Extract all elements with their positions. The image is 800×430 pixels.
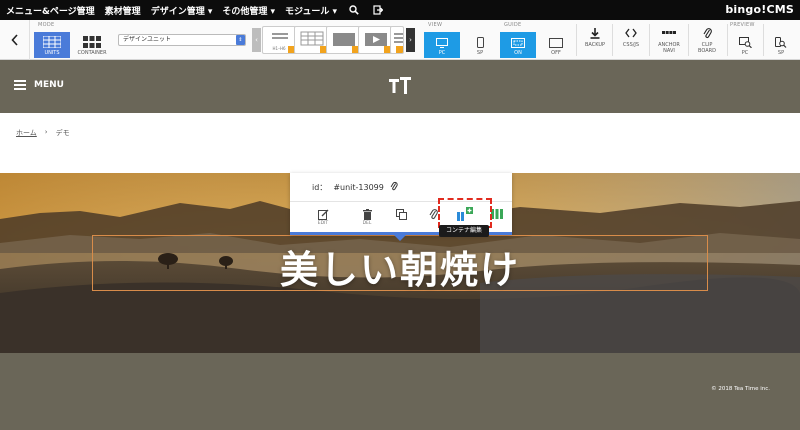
paperclip-icon xyxy=(703,26,712,40)
thumbs-scroll-left-button[interactable]: ‹ xyxy=(252,28,261,52)
mode-section-label: MODE xyxy=(38,22,55,28)
preview-sp-icon xyxy=(775,37,787,48)
unit-thumb-headings[interactable]: H1–H6 xyxy=(262,26,296,54)
copyright-text: © 2018 Tea Time inc. xyxy=(711,386,770,392)
logout-icon[interactable] xyxy=(371,3,385,17)
unit-thumb-table[interactable] xyxy=(294,26,328,54)
hamburger-icon xyxy=(14,80,26,90)
preview-pc-label: PC xyxy=(741,50,749,56)
css-js-button[interactable]: CSS/JS xyxy=(612,26,650,58)
menu-other-management[interactable]: その他管理 ▾ xyxy=(222,4,275,17)
breadcrumb-home-link[interactable]: ホーム xyxy=(16,128,37,138)
unit-type-select[interactable]: デザインユニット ⇕ xyxy=(118,34,246,46)
admin-menu: メニュー&ページ管理 素材管理 デザイン管理 ▾ その他管理 ▾ モジュール ▾ xyxy=(6,0,385,20)
view-sp-label: SP xyxy=(476,50,484,56)
unit-thumb-video[interactable] xyxy=(358,26,392,54)
back-button[interactable] xyxy=(0,20,30,60)
copy-link-icon[interactable] xyxy=(390,181,398,193)
backup-label: BACKUP xyxy=(584,42,606,48)
preview-pc-icon xyxy=(738,37,752,48)
hero-title[interactable]: 美しい朝焼け xyxy=(0,239,800,294)
site-footer: © 2018 Tea Time inc. xyxy=(0,353,800,430)
mode-container-button[interactable]: CONTAINER xyxy=(72,32,112,58)
view-pc-label: PC xyxy=(438,50,446,56)
site-menu-label: MENU xyxy=(34,80,64,90)
guide-on-icon xyxy=(511,38,525,48)
container-grid-icon xyxy=(83,36,101,48)
anchor-navi-label-2: NAVI xyxy=(663,48,675,54)
view-section-label: VIEW xyxy=(428,22,443,28)
anchor-navi-button[interactable]: ANCHOR NAVI xyxy=(650,26,688,58)
search-icon[interactable] xyxy=(347,3,361,17)
popup-pointer xyxy=(394,235,406,241)
code-icon xyxy=(625,26,637,40)
site-header: MENU xyxy=(0,60,800,113)
breadcrumb-current: デモ xyxy=(55,129,70,137)
guide-off-icon xyxy=(549,38,563,48)
brand-logo: bingo!CMS xyxy=(725,3,794,16)
unit-type-select-value: デザインユニット xyxy=(123,36,172,43)
container-edit-tooltip: コンテナ編集 xyxy=(439,225,489,237)
preview-section-label: PREVIEW xyxy=(730,22,755,28)
unit-delete-button[interactable]: DEL xyxy=(352,207,382,229)
unit-thumb-image[interactable] xyxy=(326,26,360,54)
unit-thumb-text[interactable] xyxy=(390,26,404,54)
guide-section-label: GUIDE xyxy=(504,22,522,28)
guide-on-button[interactable]: ON xyxy=(500,32,536,58)
unit-edit-button[interactable]: EDIT xyxy=(308,207,338,229)
menu-page-management[interactable]: メニュー&ページ管理 xyxy=(6,4,95,17)
clip-board-label-2: BOARD xyxy=(698,48,716,54)
thumb-badge xyxy=(396,46,403,53)
clip-board-button[interactable]: CLIP BOARD xyxy=(688,26,726,58)
menu-design-management[interactable]: デザイン管理 ▾ xyxy=(151,4,213,17)
unit-id-line: id： #unit-13099 xyxy=(312,181,398,193)
breadcrumb-separator: › xyxy=(44,128,48,136)
unit-duplicate-button[interactable] xyxy=(386,207,416,229)
mode-container-label: CONTAINER xyxy=(77,50,107,56)
chevron-left-icon xyxy=(10,34,18,46)
css-js-label: CSS/JS xyxy=(622,42,640,48)
mode-units-button[interactable]: UNITS xyxy=(34,32,70,58)
anchor-navi-icon xyxy=(662,26,676,40)
edit-icon xyxy=(317,207,329,221)
preview-sp-label: SP xyxy=(777,50,785,56)
unit-delete-label: DEL xyxy=(362,221,372,226)
breadcrumb: ホーム › デモ xyxy=(16,128,70,138)
copy-icon xyxy=(395,207,407,221)
paperclip-icon xyxy=(429,207,438,221)
menu-asset-management[interactable]: 素材管理 xyxy=(105,4,141,17)
smartphone-icon xyxy=(476,37,484,48)
thumbs-scroll-right-button[interactable]: › xyxy=(406,28,415,52)
preview-sp-button[interactable]: SP xyxy=(764,32,798,58)
container-columns-icon xyxy=(491,207,503,221)
guide-on-label: ON xyxy=(514,50,522,56)
view-pc-button[interactable]: PC xyxy=(424,32,460,58)
trash-icon xyxy=(362,207,372,221)
highlight-frame xyxy=(438,198,492,228)
site-menu-button[interactable]: MENU xyxy=(14,80,64,90)
mode-units-label: UNITS xyxy=(44,50,60,56)
units-grid-icon xyxy=(43,36,61,48)
backup-button[interactable]: BACKUP xyxy=(576,26,614,58)
admin-topbar: メニュー&ページ管理 素材管理 デザイン管理 ▾ その他管理 ▾ モジュール ▾… xyxy=(0,0,800,20)
preview-pc-button[interactable]: PC xyxy=(728,32,762,58)
monitor-icon xyxy=(436,38,448,48)
download-icon xyxy=(590,26,600,40)
unit-id-label: id： xyxy=(312,182,328,192)
editor-toolbar: MODE UNITS CONTAINER デザインユニット ⇕ ‹ H1–H6 … xyxy=(0,20,800,60)
select-arrow-icon: ⇕ xyxy=(236,35,245,45)
unit-edit-label: EDIT xyxy=(317,221,329,226)
guide-off-button[interactable]: OFF xyxy=(538,32,574,58)
guide-off-label: OFF xyxy=(551,50,561,56)
menu-modules[interactable]: モジュール ▾ xyxy=(285,4,337,17)
unit-id-value: #unit-13099 xyxy=(333,182,384,192)
view-sp-button[interactable]: SP xyxy=(462,32,498,58)
site-logo-icon[interactable] xyxy=(389,77,411,97)
